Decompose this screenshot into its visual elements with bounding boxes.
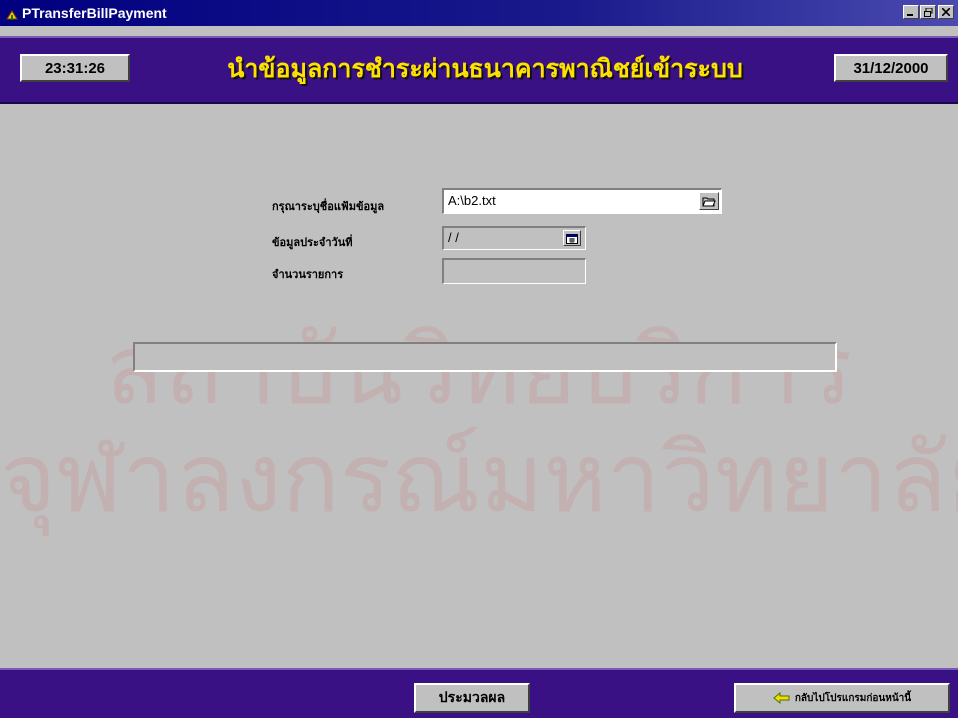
back-button[interactable]: กลับไปโปรแกรมก่อนหน้านี้: [734, 683, 950, 713]
filename-field[interactable]: A:\b2.txt: [442, 188, 722, 214]
window-title: PTransferBillPayment: [22, 5, 167, 21]
data-date-label: ข้อมูลประจำวันที่: [272, 236, 353, 249]
main-window: PTransferBillPayment 23:31:26 นำข้อมูลกา…: [0, 0, 958, 718]
record-count-label: จำนวนรายการ: [272, 268, 344, 281]
window-controls: [903, 5, 954, 19]
page-title: นำข้อมูลการชำระผ่านธนาคารพาณิชย์เข้าระบบ: [227, 54, 743, 83]
minimize-icon: [907, 14, 913, 16]
data-date-value: / /: [448, 230, 459, 245]
back-arrow-icon: [773, 692, 790, 704]
close-icon: [942, 8, 950, 16]
back-button-label: กลับไปโปรแกรมก่อนหน้านี้: [794, 692, 912, 704]
app-icon: [6, 6, 18, 20]
progress-bar: [133, 342, 837, 372]
calendar-button[interactable]: [563, 230, 581, 246]
open-folder-icon: [702, 197, 716, 207]
process-button[interactable]: ประมวลผล: [414, 683, 530, 713]
calendar-icon: [566, 233, 578, 244]
filename-value: A:\b2.txt: [448, 193, 496, 208]
browse-file-button[interactable]: [699, 192, 719, 210]
close-button[interactable]: [938, 5, 954, 19]
restore-icon: [923, 7, 932, 17]
record-count-field: [442, 258, 586, 284]
watermark-line-2: จุฬาลงกรณ์มหาวิทยาลัย: [0, 422, 958, 534]
footer-band: ประมวลผล กลับไปโปรแกรมก่อนหน้านี้: [0, 668, 958, 718]
title-bar[interactable]: PTransferBillPayment: [0, 0, 958, 26]
filename-label: กรุณาระบุชื่อแฟ้มข้อมูล: [272, 200, 385, 213]
minimize-button[interactable]: [903, 5, 919, 19]
header-band: 23:31:26 นำข้อมูลการชำระผ่านธนาคารพาณิชย…: [0, 36, 958, 104]
maximize-button[interactable]: [920, 5, 936, 19]
clock-display: 23:31:26: [20, 54, 130, 82]
date-display: 31/12/2000: [834, 54, 948, 82]
data-date-field[interactable]: / /: [442, 226, 586, 250]
